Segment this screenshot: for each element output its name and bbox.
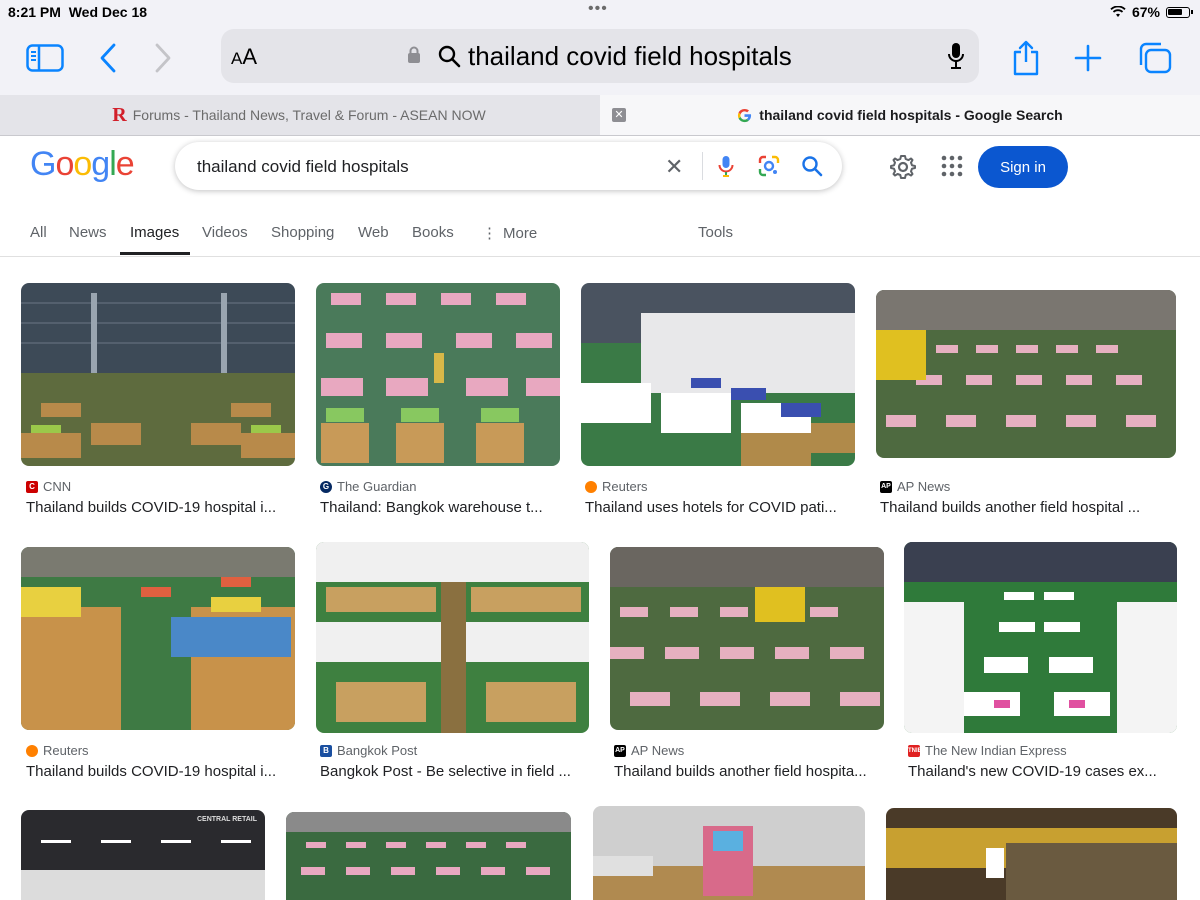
- result-image[interactable]: [21, 283, 295, 466]
- forward-button[interactable]: [143, 40, 183, 76]
- text-size-button[interactable]: AAAA: [231, 44, 257, 70]
- multitasking-dots-icon[interactable]: •••: [588, 0, 608, 18]
- google-logo[interactable]: Google: [30, 145, 135, 184]
- reuters-favicon-icon: [26, 744, 38, 757]
- battery-icon: [1166, 6, 1193, 18]
- tools-button[interactable]: Tools: [698, 224, 733, 241]
- result-image[interactable]: [886, 808, 1177, 900]
- result-source: G The Guardian: [320, 479, 417, 494]
- result-source: Reuters: [585, 479, 648, 494]
- search-submit-icon[interactable]: [801, 155, 823, 177]
- chevron-left-icon: [100, 43, 116, 73]
- tab-images[interactable]: Images: [130, 224, 179, 241]
- google-search-box[interactable]: thailand covid field hospitals ✕: [175, 142, 842, 190]
- tab-books[interactable]: Books: [412, 224, 454, 241]
- share-icon: [1013, 40, 1039, 76]
- sidebar-icon: [26, 44, 64, 72]
- result-source: Reuters: [26, 743, 89, 758]
- new-tab-button[interactable]: [1068, 40, 1108, 76]
- status-bar: 8:21 PM Wed Dec 18 ••• 67%: [0, 0, 1200, 24]
- status-time: 8:21 PM Wed Dec 18: [8, 4, 148, 20]
- address-bar[interactable]: AAAA thailand covid field hospitals: [221, 29, 979, 83]
- guardian-favicon-icon: G: [320, 480, 332, 493]
- ap-news-favicon-icon: AP: [880, 480, 892, 493]
- tab-google-search[interactable]: thailand covid field hospitals - Google …: [600, 95, 1200, 135]
- tabs-icon: [1139, 42, 1172, 74]
- result-source: B Bangkok Post: [320, 743, 417, 758]
- new-indian-express-favicon-icon: TNIE: [908, 744, 922, 757]
- result-image[interactable]: [876, 290, 1176, 458]
- tab-news[interactable]: News: [69, 224, 107, 241]
- lock-icon: [408, 46, 420, 63]
- cnn-favicon-icon: C: [26, 480, 38, 493]
- result-image[interactable]: [316, 283, 560, 466]
- settings-gear-icon[interactable]: [890, 154, 916, 180]
- tab-more[interactable]: ⋮ More: [482, 224, 537, 242]
- close-tab-icon[interactable]: ✕: [612, 108, 626, 122]
- sign-in-button[interactable]: Sign in: [978, 146, 1068, 188]
- active-tab-indicator: [120, 252, 190, 255]
- google-lens-icon[interactable]: [758, 155, 780, 177]
- plus-icon: [1074, 44, 1102, 72]
- result-image[interactable]: [316, 542, 589, 733]
- tabs-overview-button[interactable]: [1135, 40, 1175, 76]
- clear-search-icon[interactable]: ✕: [665, 154, 683, 180]
- search-type-tabs: All News Images Videos Shopping Web Book…: [0, 218, 1200, 257]
- wifi-icon: [1110, 6, 1126, 17]
- tab-label: thailand covid field hospitals - Google …: [759, 107, 1063, 123]
- ap-news-favicon-icon: AP: [614, 744, 626, 757]
- result-title[interactable]: Thailand builds another field hospital .…: [880, 499, 1176, 516]
- result-title[interactable]: Thailand builds COVID-19 hospital i...: [26, 499, 296, 516]
- result-source: AP AP News: [880, 479, 951, 494]
- url-text[interactable]: thailand covid field hospitals: [468, 41, 792, 72]
- tab-shopping[interactable]: Shopping: [271, 224, 334, 241]
- result-image[interactable]: [904, 542, 1177, 733]
- result-image[interactable]: [593, 806, 865, 900]
- browser-toolbar: AAAA thailand covid field hospitals: [0, 24, 1200, 95]
- reuters-favicon-icon: [585, 480, 597, 493]
- share-button[interactable]: [1006, 40, 1046, 76]
- status-right: 67%: [1110, 4, 1193, 20]
- chevron-right-icon: [155, 43, 171, 73]
- result-image[interactable]: CENTRAL RETAIL: [21, 810, 265, 900]
- more-vert-icon: ⋮: [482, 225, 497, 242]
- result-title[interactable]: Bangkok Post - Be selective in field ...: [320, 763, 582, 780]
- search-icon: [438, 45, 461, 68]
- battery-percent: 67%: [1131, 4, 1160, 20]
- tab-videos[interactable]: Videos: [202, 224, 248, 241]
- result-image[interactable]: [610, 547, 884, 730]
- tab-label: Forums - Thailand News, Travel & Forum -…: [132, 107, 486, 123]
- google-favicon-icon: [738, 108, 752, 122]
- asean-now-logo-icon: R: [112, 103, 127, 126]
- back-button[interactable]: [88, 40, 128, 76]
- result-title[interactable]: Thailand uses hotels for COVID pati...: [585, 499, 855, 516]
- search-input[interactable]: thailand covid field hospitals: [197, 157, 409, 177]
- tab-web[interactable]: Web: [358, 224, 389, 241]
- sidebar-button[interactable]: [25, 40, 65, 76]
- tab-bar: R Forums - Thailand News, Travel & Forum…: [0, 95, 1200, 136]
- result-source: C CNN: [26, 479, 71, 494]
- bangkok-post-favicon-icon: B: [320, 744, 332, 757]
- result-source: TNIE The New Indian Express: [908, 743, 1067, 758]
- voice-search-icon[interactable]: [718, 155, 734, 177]
- result-image[interactable]: [581, 283, 855, 466]
- tab-asean-now[interactable]: R Forums - Thailand News, Travel & Forum…: [0, 95, 598, 135]
- result-title[interactable]: Thailand's new COVID-19 cases ex...: [908, 763, 1178, 780]
- result-source: AP AP News: [614, 743, 685, 758]
- result-image[interactable]: [286, 812, 571, 900]
- tab-all[interactable]: All: [30, 224, 47, 241]
- microphone-icon[interactable]: [947, 42, 965, 70]
- result-image[interactable]: [21, 547, 295, 730]
- google-apps-icon[interactable]: [941, 155, 963, 177]
- result-title[interactable]: Thailand: Bangkok warehouse t...: [320, 499, 560, 516]
- result-title[interactable]: Thailand builds COVID-19 hospital i...: [26, 763, 296, 780]
- central-retail-watermark: CENTRAL RETAIL: [196, 816, 257, 823]
- divider: [702, 152, 703, 180]
- result-title[interactable]: Thailand builds another field hospita...: [614, 763, 884, 780]
